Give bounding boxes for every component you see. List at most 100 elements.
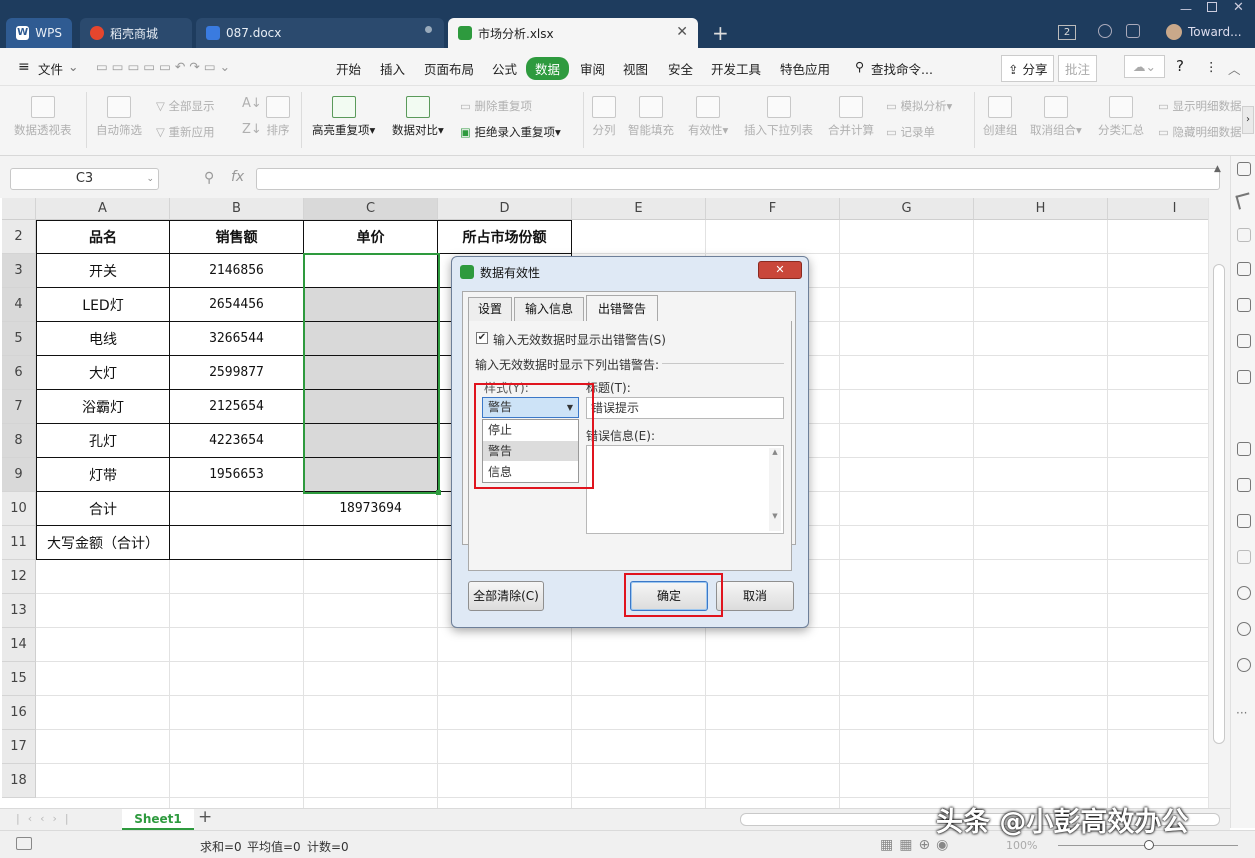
row-header-18[interactable]: 18 (2, 764, 36, 798)
highlight-duplicates-button[interactable]: 高亮重复项▾ (312, 96, 375, 138)
copy-icon[interactable] (1237, 442, 1251, 456)
column-header-g[interactable]: G (840, 198, 974, 220)
smart-fill-button[interactable]: 智能填充 (628, 96, 674, 138)
ungroup-button[interactable]: 取消组合▾ (1030, 96, 1082, 138)
sort-desc-icon[interactable]: Z↓ (242, 122, 262, 137)
share-button[interactable]: ⇪ 分享 (1001, 55, 1055, 82)
table-row-3-name[interactable]: 电线 (36, 322, 170, 356)
table-row-6-name[interactable]: 孔灯 (36, 424, 170, 458)
help-icon[interactable]: ? (1176, 57, 1184, 75)
row-header-14[interactable]: 14 (2, 628, 36, 662)
hamburger-icon[interactable]: ≡ (18, 59, 30, 75)
row-header-15[interactable]: 15 (2, 662, 36, 696)
help-circle-icon[interactable] (1237, 658, 1251, 672)
name-box[interactable]: C3 ⌄ (10, 168, 159, 190)
subtotal-button[interactable]: 分类汇总 (1098, 96, 1144, 138)
table-row-5-price[interactable] (304, 390, 438, 424)
shapes-icon[interactable] (1237, 262, 1251, 276)
maximize-icon[interactable] (1207, 2, 1217, 12)
tab-wps[interactable]: W WPS (6, 18, 72, 48)
row-header-12[interactable]: 12 (2, 560, 36, 594)
row-header-6[interactable]: 6 (2, 356, 36, 390)
table-row-5-name[interactable]: 浴霸灯 (36, 390, 170, 424)
insert-dropdown-list-button[interactable]: 插入下拉列表 (744, 96, 813, 138)
close-icon[interactable]: ✕ (758, 261, 802, 279)
validity-button[interactable]: 有效性▾ (688, 96, 728, 138)
table-row-1-name[interactable]: 开关 (36, 254, 170, 288)
image-icon[interactable] (1237, 550, 1251, 564)
collapse-ribbon-icon[interactable]: ︿ (1228, 59, 1241, 78)
table-row-2-price[interactable] (304, 288, 438, 322)
cursor-icon[interactable] (1235, 192, 1253, 210)
cloud-icon[interactable]: ☁⌄ (1124, 55, 1165, 78)
data-compare-button[interactable]: 数据对比▾ (392, 96, 444, 138)
row-header-3[interactable]: 3 (2, 254, 36, 288)
row-header-2[interactable]: 2 (2, 220, 36, 254)
fill-handle[interactable] (436, 490, 441, 495)
tab-docx[interactable]: 087.docx (196, 18, 444, 48)
table-row-2-name[interactable]: LED灯 (36, 288, 170, 322)
remove-duplicates-button[interactable]: ▭ 删除重复项 (460, 98, 532, 114)
ribbon-scroll-right-icon[interactable]: › (1242, 106, 1254, 134)
history-icon[interactable] (1237, 622, 1251, 636)
archive-icon[interactable] (1237, 514, 1251, 528)
tab-input-message[interactable]: 输入信息 (514, 297, 584, 321)
row-header-13[interactable]: 13 (2, 594, 36, 628)
sort-asc-icon[interactable]: A↓ (242, 96, 262, 111)
row-header-4[interactable]: 4 (2, 288, 36, 322)
total-label-cell[interactable]: 合计 (36, 492, 170, 526)
textarea-scrollbar[interactable]: ▲ ▼ (769, 448, 781, 531)
tab-docer[interactable]: 稻壳商城 (80, 18, 192, 48)
row-header-11[interactable]: 11 (2, 526, 36, 560)
row-header-10[interactable]: 10 (2, 492, 36, 526)
shirt-icon[interactable] (1126, 24, 1140, 38)
table-row-3-price[interactable] (304, 322, 438, 356)
menu-security[interactable]: 安全 (668, 59, 693, 78)
row-header-16[interactable]: 16 (2, 696, 36, 730)
capital-amount-label-cell[interactable]: 大写金额（合计） (36, 526, 170, 560)
fx-icon[interactable]: fx (231, 169, 244, 185)
avatar[interactable] (1166, 24, 1182, 40)
column-header-b[interactable]: B (170, 198, 304, 220)
column-header-f[interactable]: F (706, 198, 840, 220)
show-all-button[interactable]: ▽ 全部显示 (156, 98, 215, 114)
table-row-2-sales[interactable]: 2654456 (170, 288, 304, 322)
username[interactable]: Toward... (1188, 25, 1242, 39)
table-row-4-price[interactable] (304, 356, 438, 390)
zoom-formula-icon[interactable]: ⚲ (204, 170, 214, 186)
tab-settings[interactable]: 设置 (468, 297, 512, 321)
menu-formula[interactable]: 公式 (492, 59, 517, 78)
add-sheet-plus-icon[interactable]: + (198, 807, 212, 827)
window-count-badge[interactable]: 2 (1058, 25, 1076, 40)
zoom-level[interactable]: 100% (1006, 839, 1037, 852)
menu-review[interactable]: 审阅 (580, 59, 605, 78)
select-all-corner[interactable] (2, 198, 36, 220)
zoom-slider-knob[interactable] (1144, 840, 1154, 850)
skin-icon[interactable] (1098, 24, 1112, 38)
menu-data[interactable]: 数据 (526, 57, 570, 80)
pivot-table-button[interactable]: 数据透视表 (14, 96, 72, 138)
menu-file[interactable]: 文件 (38, 59, 63, 78)
column-header-h[interactable]: H (974, 198, 1108, 220)
header-cell-price[interactable]: 单价 (304, 220, 438, 254)
menu-special[interactable]: 特色应用 (780, 59, 830, 78)
show-error-checkbox[interactable]: ✔ (476, 332, 488, 344)
row-header-8[interactable]: 8 (2, 424, 36, 458)
vertical-scrollbar[interactable]: ▲ (1208, 164, 1230, 808)
new-tab-plus-icon[interactable]: + (712, 21, 729, 45)
row-header-5[interactable]: 5 (2, 322, 36, 356)
table-row-4-sales[interactable]: 2599877 (170, 356, 304, 390)
menu-start[interactable]: 开始 (336, 59, 361, 78)
menu-page-layout[interactable]: 页面布局 (424, 59, 474, 78)
command-search[interactable]: 查找命令... (871, 59, 933, 78)
table-row-6-price[interactable] (304, 424, 438, 458)
column-header-e[interactable]: E (572, 198, 706, 220)
expand-icon[interactable] (1237, 162, 1251, 176)
table-row-7-sales[interactable]: 1956653 (170, 458, 304, 492)
macro-icon[interactable] (16, 837, 32, 850)
table-row-7-price[interactable] (304, 458, 438, 492)
close-window-icon[interactable]: ✕ (1233, 0, 1244, 15)
table-row-5-sales[interactable]: 2125654 (170, 390, 304, 424)
clear-all-button[interactable]: 全部清除(C) (468, 581, 544, 611)
search-icon[interactable]: ⚲ (855, 59, 864, 74)
